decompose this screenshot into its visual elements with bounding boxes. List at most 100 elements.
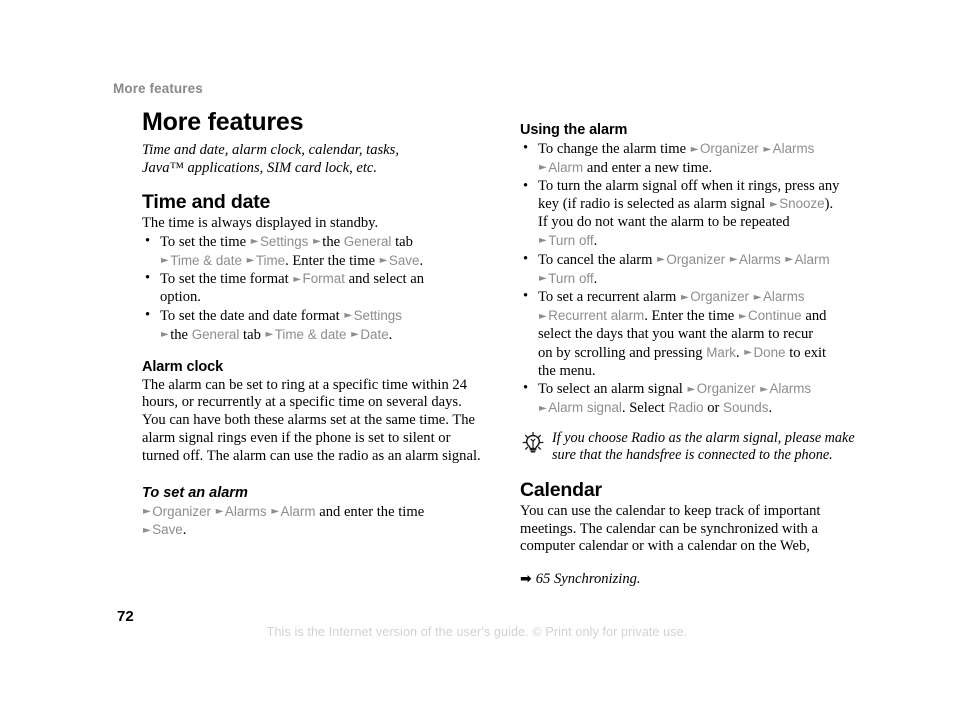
body-text: To set the date and date format	[160, 307, 344, 324]
list-item: • To cancel the alarm ► Organizer ► Alarms…	[520, 251, 860, 289]
list-item: • To change the alarm time ► Organizer ► A…	[520, 140, 860, 178]
body-text: on by scrolling and pressing	[538, 344, 707, 361]
list-item-text: To set the date and date format ► Setting…	[160, 308, 402, 343]
menu-arrow-icon: ►	[753, 291, 762, 303]
menu-arrow-icon: ►	[729, 254, 738, 266]
body-text: . Select	[621, 400, 669, 417]
body-text: . Enter the time	[644, 308, 738, 325]
list-item-text: To set a recurrent alarm ► Organizer ► Ala…	[538, 289, 826, 378]
body-text: and select an	[348, 271, 425, 288]
menu-path-item: Save	[152, 522, 183, 538]
menu-path-item: Recurrent alarm	[548, 308, 645, 324]
to-set-an-alarm-path: ► Organizer ► Alarms ► Alarm and enter the …	[142, 503, 482, 541]
cross-reference[interactable]: ➡ 65 Synchronizing.	[520, 571, 860, 589]
menu-arrow-icon: ►	[690, 143, 699, 155]
bullet-dot: •	[145, 270, 151, 287]
lightbulb-icon	[520, 431, 546, 455]
body-text: .	[593, 232, 598, 249]
menu-arrow-icon: ►	[379, 255, 388, 267]
body-text: If you do not want the alarm to be repea…	[538, 214, 790, 231]
menu-path-item: Date	[360, 326, 389, 342]
section-heading-alarm-clock: Alarm clock	[142, 358, 224, 375]
menu-path-item: Continue	[748, 308, 806, 324]
body-text: ).	[824, 196, 834, 213]
list-item-text: To cancel the alarm ► Organizer ► Alarms ►…	[538, 252, 830, 287]
page-number: 72	[117, 608, 134, 625]
menu-arrow-icon: ►	[760, 383, 768, 395]
subheading-to-set-an-alarm: To set an alarm	[142, 484, 248, 501]
menu-arrow-icon: ►	[344, 310, 353, 322]
cross-reference-label: 65 Synchronizing.	[535, 570, 641, 587]
body-text: .	[768, 400, 773, 417]
menu-path-item: Settings	[259, 233, 313, 249]
body-text: to exit	[789, 344, 827, 361]
menu-path-item: Alarms	[224, 503, 271, 519]
list-item: • To turn the alarm signal off when it r…	[520, 178, 860, 251]
list-item-text: To select an alarm signal ► Organizer ► Al…	[538, 381, 811, 416]
menu-arrow-icon: ►	[293, 273, 302, 285]
body-text: tab	[243, 326, 265, 343]
menu-path-item: Organizer	[152, 503, 215, 519]
bullet-dot: •	[523, 177, 529, 194]
bullet-dot: •	[523, 140, 529, 156]
menu-arrow-icon: ►	[265, 329, 274, 341]
body-text: To turn the alarm signal off when it rin…	[538, 177, 840, 194]
bullet-dot: •	[523, 250, 529, 267]
menu-path-item: Organizer	[666, 251, 729, 267]
menu-arrow-icon: ►	[539, 162, 547, 174]
list-item-text: To set the time ► Settings ► the General t…	[160, 234, 423, 269]
menu-path-item: Save	[388, 252, 420, 268]
menu-path-item: Alarms	[772, 141, 815, 156]
list-item: • To set a recurrent alarm ► Organizer ► A…	[520, 288, 860, 380]
tip-note-text: If you choose Radio as the alarm signal,…	[552, 429, 855, 464]
menu-path-item: Alarms	[769, 381, 812, 397]
alarm-clock-intro: The alarm can be set to ring at a specif…	[142, 376, 481, 464]
body-text: the	[170, 326, 192, 343]
body-text: key (if radio is selected as alarm signa…	[538, 196, 769, 213]
menu-path-item: General	[191, 326, 244, 342]
document-page: More features More features Time and dat…	[0, 0, 954, 710]
list-item-text: To set the time format ► Format and selec…	[160, 271, 424, 305]
body-text: select the days that you want the alarm …	[538, 325, 814, 342]
using-the-alarm-bullet-list: • To change the alarm time ► Organizer ► A…	[520, 140, 860, 418]
menu-arrow-icon: ►	[271, 506, 280, 518]
bullet-dot: •	[523, 380, 529, 397]
body-text: To set a recurrent alarm	[538, 289, 681, 306]
menu-path-item: Time & date	[170, 252, 246, 268]
menu-path-item: Turn off	[548, 232, 594, 248]
menu-arrow-icon: ►	[313, 236, 321, 248]
menu-path-item: Format	[302, 271, 349, 287]
body-text: To change the alarm time	[538, 141, 690, 157]
page-subtitle: Time and date, alarm clock, calendar, ta…	[142, 142, 399, 176]
body-text: .	[388, 326, 393, 343]
menu-arrow-icon: ►	[763, 143, 772, 155]
menu-path-item: Alarm	[548, 159, 587, 175]
menu-path-item: Organizer	[690, 289, 753, 305]
body-text: tab	[395, 233, 413, 250]
menu-path-item: General	[343, 233, 396, 249]
body-text: and	[805, 308, 827, 325]
cross-reference-arrow-icon: ➡	[520, 570, 532, 587]
menu-arrow-icon: ►	[744, 347, 752, 359]
menu-path-item: Alarms	[762, 289, 805, 305]
list-item: • To set the date and date format ► Setti…	[142, 307, 482, 345]
menu-arrow-icon: ►	[539, 310, 547, 322]
footer-note: This is the Internet version of the user…	[266, 625, 688, 639]
menu-arrow-icon: ►	[681, 291, 689, 303]
menu-arrow-icon: ►	[250, 236, 259, 248]
section-heading-calendar: Calendar	[520, 478, 602, 501]
bullet-dot: •	[523, 288, 529, 305]
menu-arrow-icon: ►	[770, 198, 778, 210]
menu-path-item: Time & date	[274, 326, 351, 342]
body-text: To cancel the alarm	[538, 251, 657, 268]
body-text: To select an alarm signal	[538, 381, 687, 398]
page-title: More features	[142, 108, 304, 136]
menu-arrow-icon: ►	[161, 255, 169, 267]
body-text: .	[419, 252, 424, 269]
menu-path-item: Alarm	[280, 503, 320, 519]
menu-arrow-icon: ►	[687, 383, 696, 395]
menu-arrow-icon: ►	[143, 524, 151, 536]
body-text: To set the time format	[160, 271, 293, 288]
menu-arrow-icon: ►	[657, 254, 665, 266]
menu-path-item: Done	[753, 344, 790, 360]
